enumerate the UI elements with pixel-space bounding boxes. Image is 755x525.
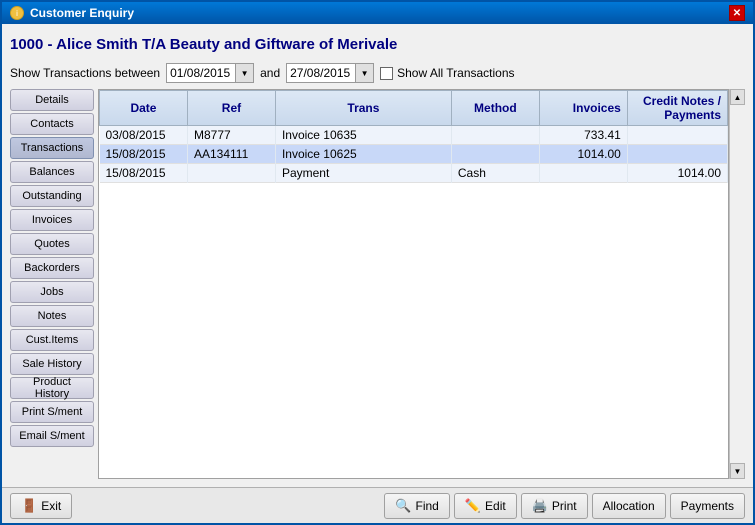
exit-button[interactable]: 🚪 Exit: [10, 493, 72, 519]
payments-button[interactable]: Payments: [670, 493, 745, 519]
and-label: and: [260, 66, 280, 80]
bottom-bar: 🚪 Exit 🔍 Find ✏️ Edit 🖨️ Print Allocatio…: [2, 487, 753, 523]
cell-date: 15/08/2015: [100, 164, 188, 183]
sidebar-item-quotes[interactable]: Quotes: [10, 233, 94, 255]
sidebar-item-contacts[interactable]: Contacts: [10, 113, 94, 135]
transactions-table-area: Date Ref Trans Method Invoices Credit No…: [98, 89, 729, 479]
allocation-label: Allocation: [603, 499, 655, 513]
date-to-dropdown[interactable]: ▼: [355, 64, 373, 82]
cell-invoices: 733.41: [539, 126, 627, 145]
cell-invoices: 1014.00: [539, 145, 627, 164]
find-button[interactable]: 🔍 Find: [384, 493, 450, 519]
col-header-method: Method: [451, 91, 539, 126]
exit-label: Exit: [41, 499, 61, 513]
cell-trans: Invoice 10635: [275, 126, 451, 145]
close-button[interactable]: ✕: [729, 5, 745, 21]
scrollbar-down-button[interactable]: ▼: [730, 463, 745, 479]
sidebar-item-backorders[interactable]: Backorders: [10, 257, 94, 279]
show-all-checkbox[interactable]: [380, 67, 393, 80]
cell-method: Cash: [451, 164, 539, 183]
col-header-ref: Ref: [187, 91, 275, 126]
scrollbar-track[interactable]: [730, 105, 745, 463]
allocation-button[interactable]: Allocation: [592, 493, 666, 519]
bottom-right-buttons: 🔍 Find ✏️ Edit 🖨️ Print Allocation Payme…: [384, 493, 745, 519]
sidebar-item-product-history[interactable]: Product History: [10, 377, 94, 399]
col-header-date: Date: [100, 91, 188, 126]
table-row[interactable]: 03/08/2015 M8777 Invoice 10635 733.41: [100, 126, 728, 145]
edit-icon: ✏️: [465, 498, 481, 514]
transactions-table: Date Ref Trans Method Invoices Credit No…: [99, 90, 728, 183]
find-label: Find: [416, 499, 439, 513]
window-title: Customer Enquiry: [30, 6, 134, 20]
sidebar-item-outstanding[interactable]: Outstanding: [10, 185, 94, 207]
content-area: 1000 - Alice Smith T/A Beauty and Giftwa…: [2, 24, 753, 487]
cell-ref: AA134111: [187, 145, 275, 164]
date-from-dropdown[interactable]: ▼: [235, 64, 253, 82]
sidebar: Details Contacts Transactions Balances O…: [10, 89, 98, 479]
cell-credit: [627, 145, 727, 164]
col-header-invoices: Invoices: [539, 91, 627, 126]
sidebar-item-notes[interactable]: Notes: [10, 305, 94, 327]
date-from-wrapper: ▼: [166, 63, 254, 83]
payments-label: Payments: [681, 499, 734, 513]
cell-invoices: [539, 164, 627, 183]
sidebar-item-print-sment[interactable]: Print S/ment: [10, 401, 94, 423]
cell-credit: [627, 126, 727, 145]
cell-ref: M8777: [187, 126, 275, 145]
scrollbar: ▲ ▼: [729, 89, 745, 479]
edit-label: Edit: [485, 499, 506, 513]
date-to-input[interactable]: [287, 64, 355, 82]
show-all-label: Show All Transactions: [397, 66, 514, 80]
edit-button[interactable]: ✏️ Edit: [454, 493, 517, 519]
show-all-wrapper: Show All Transactions: [380, 66, 514, 80]
sidebar-item-details[interactable]: Details: [10, 89, 94, 111]
print-icon: 🖨️: [532, 498, 548, 514]
main-window: i Customer Enquiry ✕ 1000 - Alice Smith …: [0, 0, 755, 525]
col-header-credit: Credit Notes /Payments: [627, 91, 727, 126]
sidebar-item-invoices[interactable]: Invoices: [10, 209, 94, 231]
cell-ref: [187, 164, 275, 183]
cell-method: [451, 126, 539, 145]
sidebar-item-email-sment[interactable]: Email S/ment: [10, 425, 94, 447]
cell-credit: 1014.00: [627, 164, 727, 183]
find-icon: 🔍: [395, 498, 411, 514]
date-range-label: Show Transactions between: [10, 66, 160, 80]
cell-trans: Payment: [275, 164, 451, 183]
customer-title: 1000 - Alice Smith T/A Beauty and Giftwa…: [10, 32, 745, 57]
date-from-input[interactable]: [167, 64, 235, 82]
window-icon: i: [10, 6, 24, 20]
sidebar-item-balances[interactable]: Balances: [10, 161, 94, 183]
cell-date: 15/08/2015: [100, 145, 188, 164]
col-header-trans: Trans: [275, 91, 451, 126]
cell-date: 03/08/2015: [100, 126, 188, 145]
sidebar-item-transactions[interactable]: Transactions: [10, 137, 94, 159]
scrollbar-up-button[interactable]: ▲: [730, 89, 745, 105]
sidebar-item-cust-items[interactable]: Cust.Items: [10, 329, 94, 351]
print-button[interactable]: 🖨️ Print: [521, 493, 588, 519]
date-to-wrapper: ▼: [286, 63, 374, 83]
cell-method: [451, 145, 539, 164]
date-filter-row: Show Transactions between ▼ and ▼ Show A…: [10, 63, 745, 83]
table-row[interactable]: 15/08/2015 AA134111 Invoice 10625 1014.0…: [100, 145, 728, 164]
title-bar: i Customer Enquiry ✕: [2, 2, 753, 24]
print-label: Print: [552, 499, 577, 513]
sidebar-item-jobs[interactable]: Jobs: [10, 281, 94, 303]
exit-icon: 🚪: [21, 498, 37, 514]
table-row[interactable]: 15/08/2015 Payment Cash 1014.00: [100, 164, 728, 183]
table-scroll[interactable]: Date Ref Trans Method Invoices Credit No…: [99, 90, 728, 478]
cell-trans: Invoice 10625: [275, 145, 451, 164]
main-panel: Details Contacts Transactions Balances O…: [10, 89, 745, 479]
sidebar-item-sale-history[interactable]: Sale History: [10, 353, 94, 375]
